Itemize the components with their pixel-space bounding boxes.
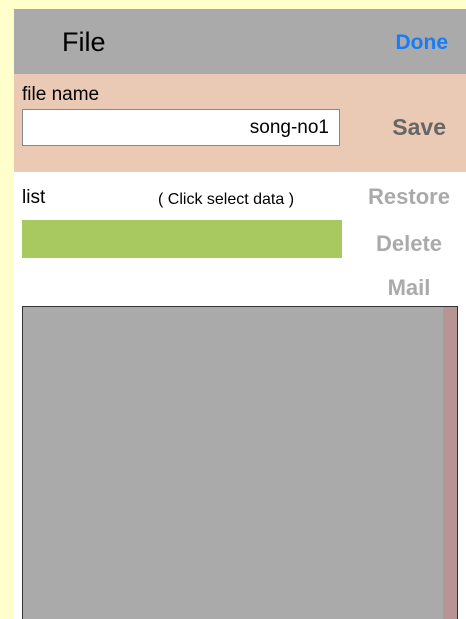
restore-button[interactable]: Restore — [354, 184, 464, 210]
delete-button[interactable]: Delete — [354, 231, 464, 257]
done-button[interactable]: Done — [396, 31, 449, 55]
file-name-label: file name — [22, 84, 100, 105]
header-bar: File Done — [14, 9, 466, 74]
scrollbar[interactable] — [443, 307, 457, 619]
data-list-area[interactable] — [22, 306, 458, 619]
list-label: list — [22, 187, 46, 208]
list-hint: ( Click select data ) — [158, 191, 295, 208]
save-section: file name Save — [14, 74, 466, 172]
file-panel: File Done file name Save list ( Click se… — [14, 9, 466, 619]
list-selection-bar[interactable] — [22, 220, 342, 258]
mail-button[interactable]: Mail — [354, 275, 464, 301]
page-title: File — [62, 27, 106, 57]
save-button[interactable]: Save — [392, 114, 446, 140]
file-name-input[interactable] — [22, 109, 340, 146]
